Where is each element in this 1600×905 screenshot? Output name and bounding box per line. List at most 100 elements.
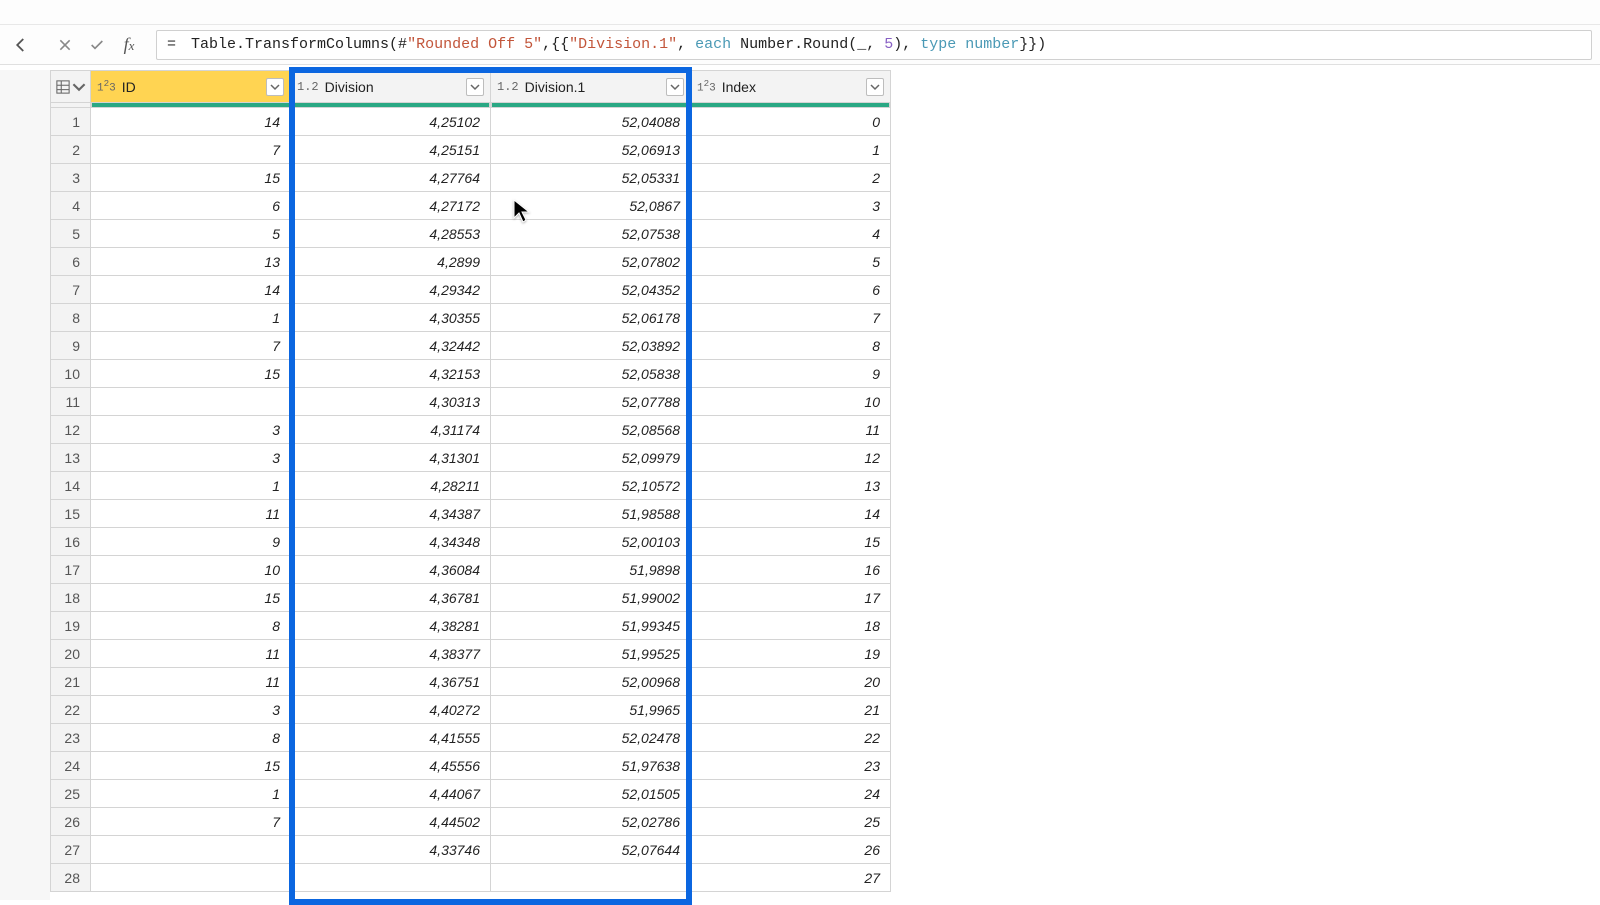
cell-index[interactable]: 22 xyxy=(691,724,891,752)
row-number[interactable]: 1 xyxy=(51,108,91,136)
row-number[interactable]: 13 xyxy=(51,444,91,472)
cell-index[interactable]: 15 xyxy=(691,528,891,556)
row-number[interactable]: 3 xyxy=(51,164,91,192)
row-number[interactable]: 5 xyxy=(51,220,91,248)
table-row[interactable]: 18154,3678151,9900217 xyxy=(51,584,891,612)
column-filter-button[interactable] xyxy=(466,78,484,96)
row-number[interactable]: 7 xyxy=(51,276,91,304)
cell-index[interactable]: 24 xyxy=(691,780,891,808)
table-row[interactable]: 554,2855352,075384 xyxy=(51,220,891,248)
cell-division[interactable] xyxy=(291,864,491,892)
row-number[interactable]: 11 xyxy=(51,388,91,416)
cell-division[interactable]: 4,30313 xyxy=(291,388,491,416)
cell-division1[interactable]: 52,0867 xyxy=(491,192,691,220)
confirm-formula-button[interactable] xyxy=(82,30,112,60)
cell-id[interactable]: 14 xyxy=(91,276,291,304)
table-row[interactable]: 1414,2821152,1057213 xyxy=(51,472,891,500)
cell-id[interactable]: 1 xyxy=(91,472,291,500)
table-row[interactable]: 2827 xyxy=(51,864,891,892)
table-row[interactable]: 6134,289952,078025 xyxy=(51,248,891,276)
cell-division1[interactable]: 52,06178 xyxy=(491,304,691,332)
cell-id[interactable]: 14 xyxy=(91,108,291,136)
row-number[interactable]: 6 xyxy=(51,248,91,276)
cell-id[interactable]: 8 xyxy=(91,724,291,752)
cell-index[interactable]: 23 xyxy=(691,752,891,780)
cell-division[interactable]: 4,38281 xyxy=(291,612,491,640)
cell-division[interactable]: 4,25102 xyxy=(291,108,491,136)
cell-index[interactable]: 13 xyxy=(691,472,891,500)
row-number[interactable]: 27 xyxy=(51,836,91,864)
cell-division1[interactable]: 52,10572 xyxy=(491,472,691,500)
cell-division[interactable]: 4,28211 xyxy=(291,472,491,500)
cell-index[interactable]: 14 xyxy=(691,500,891,528)
cell-division1[interactable]: 51,97638 xyxy=(491,752,691,780)
table-row[interactable]: 24154,4555651,9763823 xyxy=(51,752,891,780)
column-header-index[interactable]: 123 Index xyxy=(691,71,891,103)
cell-id[interactable]: 10 xyxy=(91,556,291,584)
cell-division1[interactable]: 52,04352 xyxy=(491,276,691,304)
cell-division[interactable]: 4,34348 xyxy=(291,528,491,556)
cell-division[interactable]: 4,27764 xyxy=(291,164,491,192)
table-row[interactable]: 1694,3434852,0010315 xyxy=(51,528,891,556)
cell-division1[interactable]: 52,02786 xyxy=(491,808,691,836)
cell-index[interactable]: 21 xyxy=(691,696,891,724)
cell-division[interactable]: 4,36751 xyxy=(291,668,491,696)
column-filter-button[interactable] xyxy=(666,78,684,96)
cell-index[interactable]: 19 xyxy=(691,640,891,668)
cell-division[interactable]: 4,44502 xyxy=(291,808,491,836)
cell-id[interactable]: 15 xyxy=(91,752,291,780)
cell-division[interactable]: 4,33746 xyxy=(291,836,491,864)
cell-id[interactable]: 3 xyxy=(91,416,291,444)
cell-id[interactable]: 9 xyxy=(91,528,291,556)
table-row[interactable]: 974,3244252,038928 xyxy=(51,332,891,360)
row-number[interactable]: 22 xyxy=(51,696,91,724)
table-row[interactable]: 2384,4155552,0247822 xyxy=(51,724,891,752)
cell-index[interactable]: 20 xyxy=(691,668,891,696)
row-number[interactable]: 2 xyxy=(51,136,91,164)
column-filter-button[interactable] xyxy=(266,78,284,96)
cell-index[interactable]: 4 xyxy=(691,220,891,248)
cell-index[interactable]: 5 xyxy=(691,248,891,276)
cell-division1[interactable]: 52,00968 xyxy=(491,668,691,696)
row-number[interactable]: 21 xyxy=(51,668,91,696)
cell-division[interactable]: 4,31174 xyxy=(291,416,491,444)
cell-division[interactable]: 4,28553 xyxy=(291,220,491,248)
table-row[interactable]: 21114,3675152,0096820 xyxy=(51,668,891,696)
cell-division1[interactable]: 52,07788 xyxy=(491,388,691,416)
cell-division1[interactable]: 52,03892 xyxy=(491,332,691,360)
table-row[interactable]: 1984,3828151,9934518 xyxy=(51,612,891,640)
cell-index[interactable]: 16 xyxy=(691,556,891,584)
cell-division1[interactable]: 52,07644 xyxy=(491,836,691,864)
row-number[interactable]: 23 xyxy=(51,724,91,752)
cell-division1[interactable]: 52,01505 xyxy=(491,780,691,808)
row-number[interactable]: 10 xyxy=(51,360,91,388)
cell-index[interactable]: 26 xyxy=(691,836,891,864)
column-header-id[interactable]: 123 ID xyxy=(91,71,291,103)
formula-input[interactable]: = Table.TransformColumns(#"Rounded Off 5… xyxy=(156,30,1592,60)
table-corner[interactable] xyxy=(51,71,91,103)
cell-id[interactable]: 7 xyxy=(91,332,291,360)
cell-division1[interactable]: 52,04088 xyxy=(491,108,691,136)
row-number[interactable]: 15 xyxy=(51,500,91,528)
cell-id[interactable]: 11 xyxy=(91,640,291,668)
cell-index[interactable]: 10 xyxy=(691,388,891,416)
back-button[interactable] xyxy=(4,28,38,62)
column-filter-button[interactable] xyxy=(866,78,884,96)
cell-division[interactable]: 4,2899 xyxy=(291,248,491,276)
row-number[interactable]: 12 xyxy=(51,416,91,444)
table-row[interactable]: 1234,3117452,0856811 xyxy=(51,416,891,444)
cell-division1[interactable]: 52,05838 xyxy=(491,360,691,388)
row-number[interactable]: 19 xyxy=(51,612,91,640)
cell-division[interactable]: 4,29342 xyxy=(291,276,491,304)
cell-division1[interactable]: 52,06913 xyxy=(491,136,691,164)
cell-division[interactable]: 4,36084 xyxy=(291,556,491,584)
cancel-formula-button[interactable] xyxy=(50,30,80,60)
cell-division[interactable]: 4,44067 xyxy=(291,780,491,808)
cell-index[interactable]: 6 xyxy=(691,276,891,304)
cell-index[interactable]: 3 xyxy=(691,192,891,220)
table-row[interactable]: 814,3035552,061787 xyxy=(51,304,891,332)
cell-id[interactable] xyxy=(91,388,291,416)
cell-division1[interactable]: 51,9898 xyxy=(491,556,691,584)
cell-id[interactable]: 13 xyxy=(91,248,291,276)
cell-id[interactable]: 15 xyxy=(91,164,291,192)
